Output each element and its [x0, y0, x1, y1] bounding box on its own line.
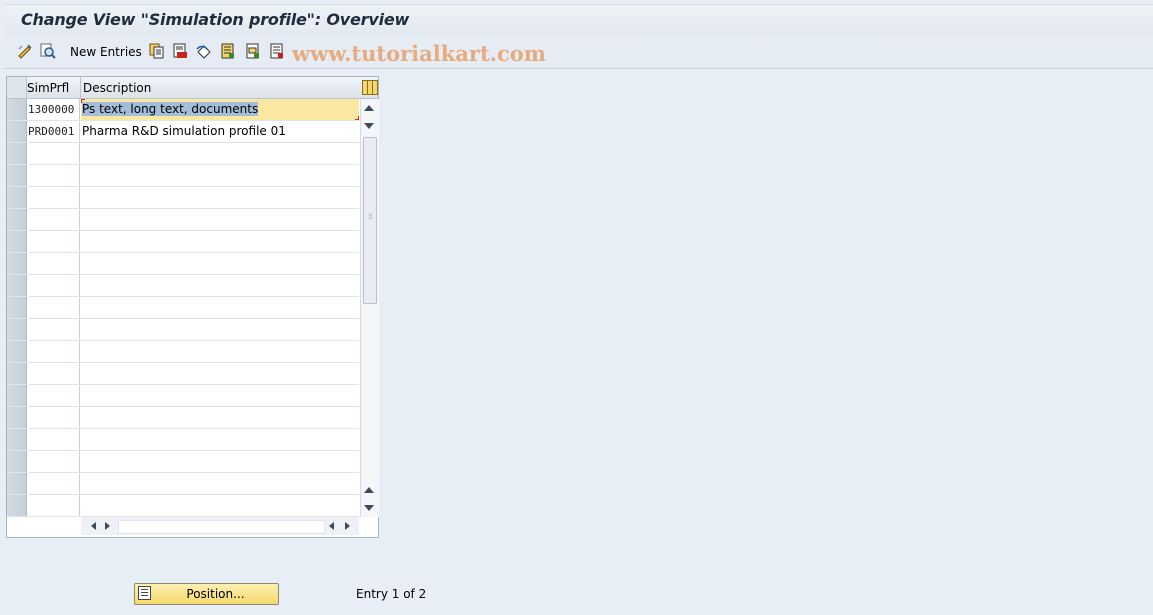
title-bar: Change View "Simulation profile": Overvi… [4, 4, 1153, 37]
row-selector[interactable] [7, 429, 27, 450]
empty-row [7, 429, 359, 451]
empty-row [7, 319, 359, 341]
table-footer-spacer [7, 517, 81, 537]
table-control: SimPrfl Description 1300000 Ps text, lon… [6, 76, 379, 538]
empty-row [7, 341, 359, 363]
row-selector[interactable] [7, 495, 27, 516]
scroll-page-left-icon[interactable] [329, 522, 334, 530]
find-icon[interactable] [40, 43, 56, 59]
table-settings-icon[interactable] [362, 80, 378, 95]
column-separator[interactable] [80, 77, 81, 98]
empty-cell [27, 143, 80, 164]
empty-cell [27, 209, 80, 230]
watermark-text: www.tutorialkart.com [292, 41, 546, 66]
select-block-icon[interactable] [245, 43, 261, 59]
row-selector[interactable] [7, 473, 27, 494]
cell-simprfl: PRD0001 [27, 121, 80, 142]
application-toolbar: New Entries www.tutorialkart.com [4, 36, 1153, 69]
empty-row [7, 407, 359, 429]
row-selector[interactable] [7, 407, 27, 428]
row-selector[interactable] [7, 165, 27, 186]
table-row[interactable]: PRD0001 Pharma R&D simulation profile 01 [7, 121, 359, 143]
cell-simprfl: 1300000 [27, 99, 80, 120]
scroll-right-icon[interactable] [105, 522, 110, 530]
table-header: SimPrfl Description [7, 77, 378, 99]
empty-row [7, 473, 359, 495]
delete-icon[interactable] [172, 43, 188, 59]
row-selector[interactable] [7, 319, 27, 340]
empty-row [7, 275, 359, 297]
entry-status-text: Entry 1 of 2 [356, 587, 427, 601]
empty-row [7, 231, 359, 253]
empty-cell [27, 429, 80, 450]
table-row[interactable]: 1300000 Ps text, long text, documents [7, 99, 359, 121]
empty-cell [27, 253, 80, 274]
empty-cell [27, 231, 80, 252]
empty-row [7, 165, 359, 187]
position-button-label: Position... [186, 587, 245, 601]
empty-row [7, 187, 359, 209]
undo-change-icon[interactable] [196, 43, 212, 59]
select-all-rows-button[interactable] [7, 77, 27, 98]
scroll-down-icon[interactable] [364, 123, 374, 129]
empty-cell [27, 473, 80, 494]
cell-description-text: Ps text, long text, documents [82, 102, 259, 116]
empty-cell [27, 385, 80, 406]
row-selector[interactable] [7, 121, 27, 142]
empty-cell [27, 363, 80, 384]
empty-row [7, 451, 359, 473]
row-selector[interactable] [7, 187, 27, 208]
empty-cell [27, 495, 80, 516]
empty-cell [27, 187, 80, 208]
select-all-icon[interactable] [220, 43, 236, 59]
empty-cell [27, 341, 80, 362]
empty-row [7, 143, 359, 165]
empty-row [7, 253, 359, 275]
empty-cell [27, 297, 80, 318]
cell-description-input[interactable]: Pharma R&D simulation profile 01 [81, 121, 359, 142]
row-selector[interactable] [7, 143, 27, 164]
row-selector[interactable] [7, 297, 27, 318]
table-body: 1300000 Ps text, long text, documents PR… [7, 99, 359, 517]
row-selector[interactable] [7, 341, 27, 362]
row-selector[interactable] [7, 209, 27, 230]
vertical-scrollbar[interactable] [360, 99, 379, 517]
new-entries-button[interactable]: New Entries [70, 45, 142, 59]
empty-cell [27, 165, 80, 186]
scroll-left-icon[interactable] [91, 522, 96, 530]
empty-row [7, 209, 359, 231]
row-selector[interactable] [7, 253, 27, 274]
column-header-simprfl[interactable]: SimPrfl [27, 81, 77, 95]
copy-as-icon[interactable] [149, 43, 165, 59]
row-selector[interactable] [7, 99, 27, 120]
empty-cell [27, 275, 80, 296]
empty-row [7, 495, 359, 517]
position-button[interactable]: Position... [134, 583, 279, 605]
empty-cell [27, 451, 80, 472]
deselect-all-icon[interactable] [269, 43, 285, 59]
empty-cell [27, 319, 80, 340]
scroll-page-right-icon[interactable] [345, 522, 350, 530]
scroll-page-down-icon[interactable] [364, 505, 374, 511]
scrollbar-track[interactable] [118, 520, 325, 534]
scrollbar-thumb[interactable] [363, 137, 377, 304]
empty-cell [27, 407, 80, 428]
row-selector[interactable] [7, 231, 27, 252]
empty-row [7, 385, 359, 407]
empty-row [7, 363, 359, 385]
row-selector[interactable] [7, 363, 27, 384]
scroll-up-icon[interactable] [364, 105, 374, 111]
horizontal-scrollbar[interactable] [81, 517, 359, 535]
row-selector[interactable] [7, 385, 27, 406]
scroll-page-up-icon[interactable] [364, 487, 374, 493]
display-change-icon[interactable] [17, 43, 33, 59]
cell-description-input[interactable]: Ps text, long text, documents [81, 99, 359, 120]
page-title: Change View "Simulation profile": Overvi… [21, 10, 410, 29]
empty-row [7, 297, 359, 319]
row-selector[interactable] [7, 451, 27, 472]
column-header-description[interactable]: Description [83, 81, 151, 95]
row-selector[interactable] [7, 275, 27, 296]
